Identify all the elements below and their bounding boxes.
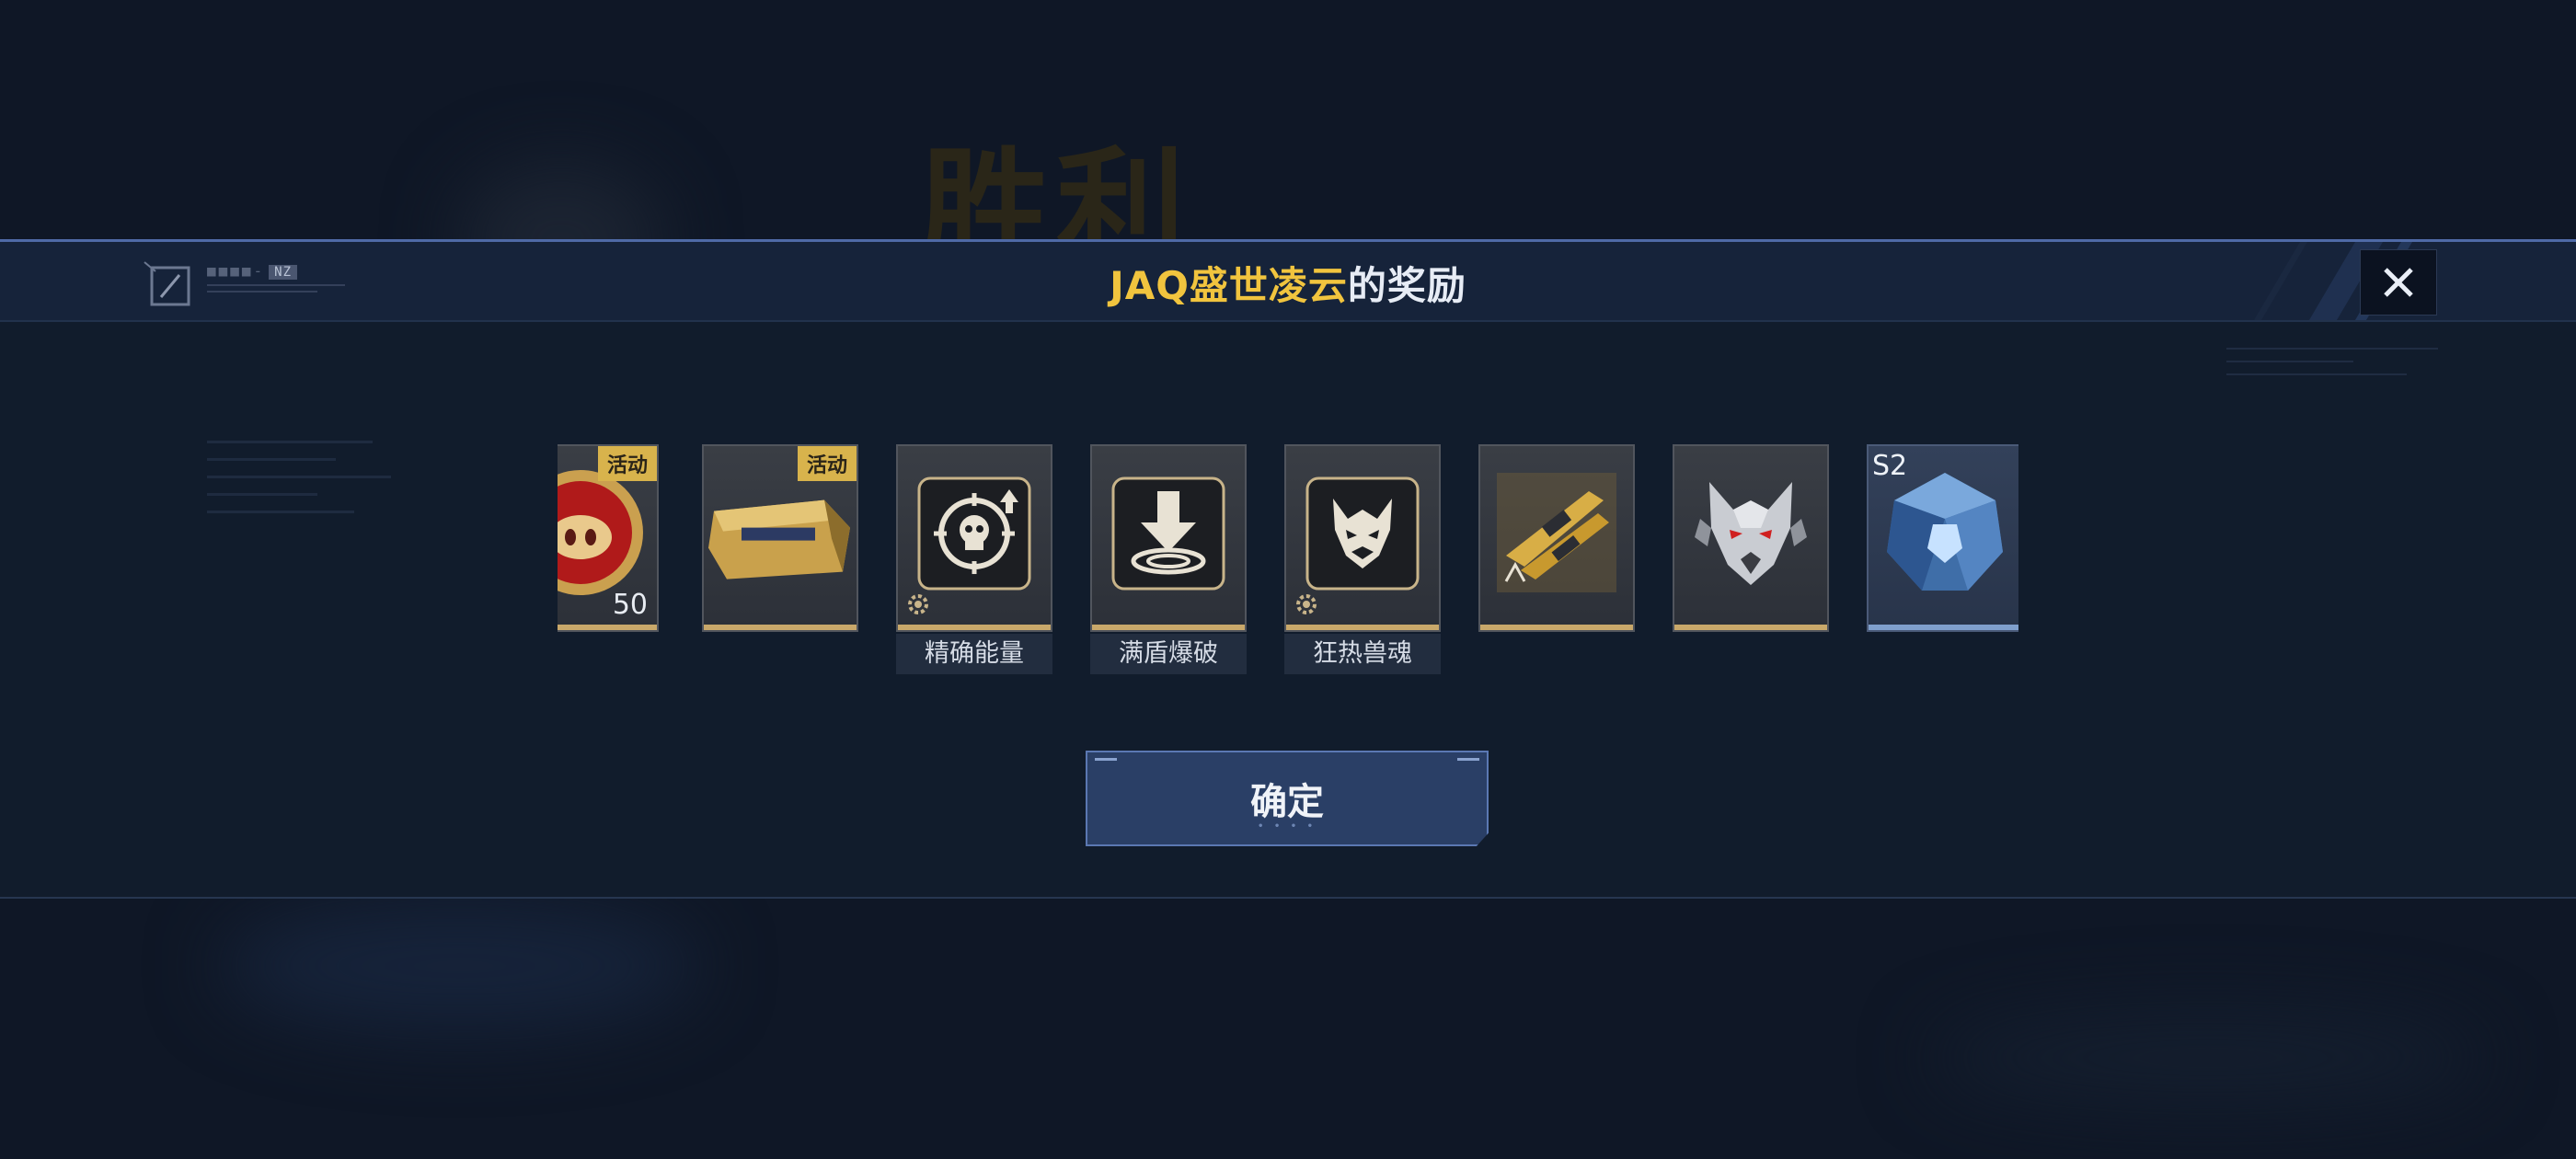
season-label: S2 <box>1872 450 1908 482</box>
reward-item-crystal[interactable]: S2 <box>1867 444 2018 632</box>
reward-item-weapon[interactable] <box>1478 444 1635 632</box>
modal-header: ■■■■- NZ JAQ盛世凌云的奖励 <box>0 242 2576 322</box>
shield-burst-icon <box>1111 476 1225 591</box>
modal-title: JAQ盛世凌云的奖励 <box>0 255 2576 311</box>
reward-name: 满盾爆破 <box>1090 634 1247 674</box>
reward-item-shield-burst[interactable]: 满盾爆破 <box>1090 444 1247 674</box>
reward-item-wolf[interactable] <box>1673 444 1829 632</box>
gold-crate-icon <box>708 499 850 580</box>
reward-card: 活动 50 <box>558 444 659 632</box>
left-side-deco <box>143 426 437 674</box>
reward-card <box>1673 444 1829 632</box>
reward-card: 活动 <box>702 444 858 632</box>
player-name: JAQ盛世凌云 <box>1110 263 1348 308</box>
event-badge: 活动 <box>797 446 857 481</box>
wolf-head-icon <box>1695 482 1807 585</box>
close-button[interactable] <box>2360 249 2437 316</box>
reward-card <box>1090 444 1247 632</box>
right-side-deco <box>2226 348 2438 386</box>
reward-modal: ■■■■- NZ JAQ盛世凌云的奖励 活动 50 活动 精确能量 满盾爆破 狂… <box>0 239 2576 899</box>
reward-card <box>896 444 1052 632</box>
pig-coin-icon <box>558 470 643 595</box>
reward-card <box>1478 444 1635 632</box>
event-badge: 活动 <box>597 446 657 481</box>
bg-glow <box>1932 1012 2484 1104</box>
reward-name: 精确能量 <box>896 634 1052 674</box>
confirm-label: 确定 <box>1250 781 1324 823</box>
reward-item-precision-energy[interactable]: 精确能量 <box>896 444 1052 674</box>
confirm-button[interactable]: 确定 • • • • <box>1086 751 1489 846</box>
gear-icon <box>908 594 928 614</box>
reward-item-coin[interactable]: 活动 50 <box>558 444 659 632</box>
bg-glow <box>221 901 699 1030</box>
title-suffix: 的奖励 <box>1347 263 1466 308</box>
reward-list: 活动 50 活动 精确能量 满盾爆破 狂热兽魂 S2 <box>558 444 2018 683</box>
close-icon <box>2384 268 2413 297</box>
gear-icon <box>1296 594 1317 614</box>
reward-card: S2 <box>1867 444 2018 632</box>
beast-soul-icon <box>1305 476 1420 591</box>
skull-target-icon <box>917 476 1031 591</box>
gold-weapon-icon <box>1497 473 1616 592</box>
reward-item-crate[interactable]: 活动 <box>702 444 858 632</box>
reward-item-frenzy-beast-soul[interactable]: 狂热兽魂 <box>1284 444 1441 674</box>
reward-count: 50 <box>612 589 648 621</box>
reward-name: 狂热兽魂 <box>1284 634 1441 674</box>
blue-crystal-icon <box>1887 473 2003 591</box>
reward-card <box>1284 444 1441 632</box>
